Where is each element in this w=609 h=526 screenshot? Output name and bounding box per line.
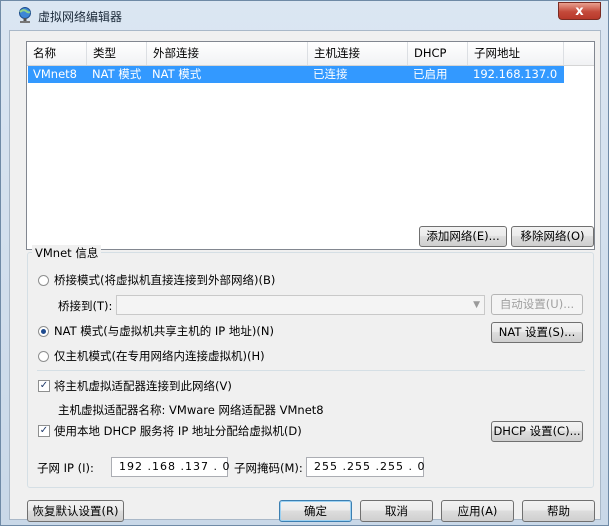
apply-button[interactable]: 应用(A) xyxy=(441,500,514,522)
row-subnet: 192.168.137.0 xyxy=(473,67,558,81)
bridged-mode-label[interactable]: 桥接模式(将虚拟机直接连接到外部网络)(B) xyxy=(54,272,275,288)
use-dhcp-label[interactable]: 使用本地 DHCP 服务将 IP 地址分配给虚拟机(D) xyxy=(54,423,302,439)
dhcp-settings-button[interactable]: DHCP 设置(C)... xyxy=(491,421,583,442)
dialog-client-area: 名称 类型 外部连接 主机连接 DHCP 子网地址 VMnet8 NAT 模式 … xyxy=(9,30,601,522)
close-button[interactable]: x xyxy=(558,2,601,20)
column-header-name[interactable]: 名称 xyxy=(27,42,87,65)
divider xyxy=(37,370,585,371)
nat-mode-radio[interactable] xyxy=(38,326,49,337)
window-title: 虚拟网络编辑器 xyxy=(38,10,123,24)
subnet-ip-label: 子网 IP (I): xyxy=(37,461,94,475)
chevron-down-icon: ▼ xyxy=(473,300,480,310)
row-dhcp: 已启用 xyxy=(413,67,448,81)
network-list-header: 名称 类型 外部连接 主机连接 DHCP 子网地址 xyxy=(27,42,594,66)
column-header-dhcp[interactable]: DHCP xyxy=(408,42,468,65)
column-header-subnet[interactable]: 子网地址 xyxy=(468,42,564,65)
connect-adapter-label[interactable]: 将主机虚拟适配器连接到此网络(V) xyxy=(54,378,232,394)
bridge-to-select[interactable]: ▼ xyxy=(116,295,485,315)
network-list[interactable]: 名称 类型 外部连接 主机连接 DHCP 子网地址 VMnet8 NAT 模式 … xyxy=(26,41,595,250)
column-header-type[interactable]: 类型 xyxy=(87,42,147,65)
title-bar: 虚拟网络编辑器 x xyxy=(1,1,608,29)
bridged-mode-radio[interactable] xyxy=(38,275,49,286)
column-header-external[interactable]: 外部连接 xyxy=(147,42,308,65)
network-globe-icon xyxy=(19,7,31,23)
subnet-mask-field[interactable]: 255 .255 .255 . 0 xyxy=(306,457,424,477)
connect-adapter-checkbox[interactable]: ✓ xyxy=(38,380,50,392)
ok-button[interactable]: 确定 xyxy=(279,500,352,522)
adapter-name-text: 主机虚拟适配器名称: VMware 网络适配器 VMnet8 xyxy=(58,403,324,417)
nat-settings-button[interactable]: NAT 设置(S)... xyxy=(491,322,583,343)
bridge-to-label: 桥接到(T): xyxy=(58,299,113,313)
remove-network-button[interactable]: 移除网络(O) xyxy=(511,226,594,247)
host-only-label[interactable]: 仅主机模式(在专用网络内连接虚拟机)(H) xyxy=(54,348,265,364)
subnet-ip-field[interactable]: 192 .168 .137 . 0 xyxy=(111,457,229,477)
help-button[interactable]: 帮助 xyxy=(522,500,595,522)
row-host: 已连接 xyxy=(313,67,348,81)
row-name: VMnet8 xyxy=(33,67,77,81)
row-type: NAT 模式 xyxy=(92,67,142,81)
subnet-mask-label: 子网掩码(M): xyxy=(234,461,303,475)
vmnet-info-title: VMnet 信息 xyxy=(32,245,102,261)
restore-defaults-button[interactable]: 恢复默认设置(R) xyxy=(27,500,124,522)
table-row[interactable]: VMnet8 NAT 模式 NAT 模式 已连接 已启用 192.168.137… xyxy=(28,66,564,83)
cancel-button[interactable]: 取消 xyxy=(360,500,433,522)
nat-mode-label[interactable]: NAT 模式(与虚拟机共享主机的 IP 地址)(N) xyxy=(54,323,274,339)
auto-settings-button[interactable]: 自动设置(U)... xyxy=(491,294,583,315)
host-only-radio[interactable] xyxy=(38,351,49,362)
row-external: NAT 模式 xyxy=(152,67,202,81)
close-icon: x xyxy=(575,4,584,19)
virtual-network-editor-window: 虚拟网络编辑器 x 名称 类型 外部连接 主机连接 DHCP 子网地址 VMne… xyxy=(0,0,609,526)
add-network-button[interactable]: 添加网络(E)... xyxy=(419,226,507,247)
column-header-host[interactable]: 主机连接 xyxy=(308,42,408,65)
use-dhcp-checkbox[interactable]: ✓ xyxy=(38,425,50,437)
